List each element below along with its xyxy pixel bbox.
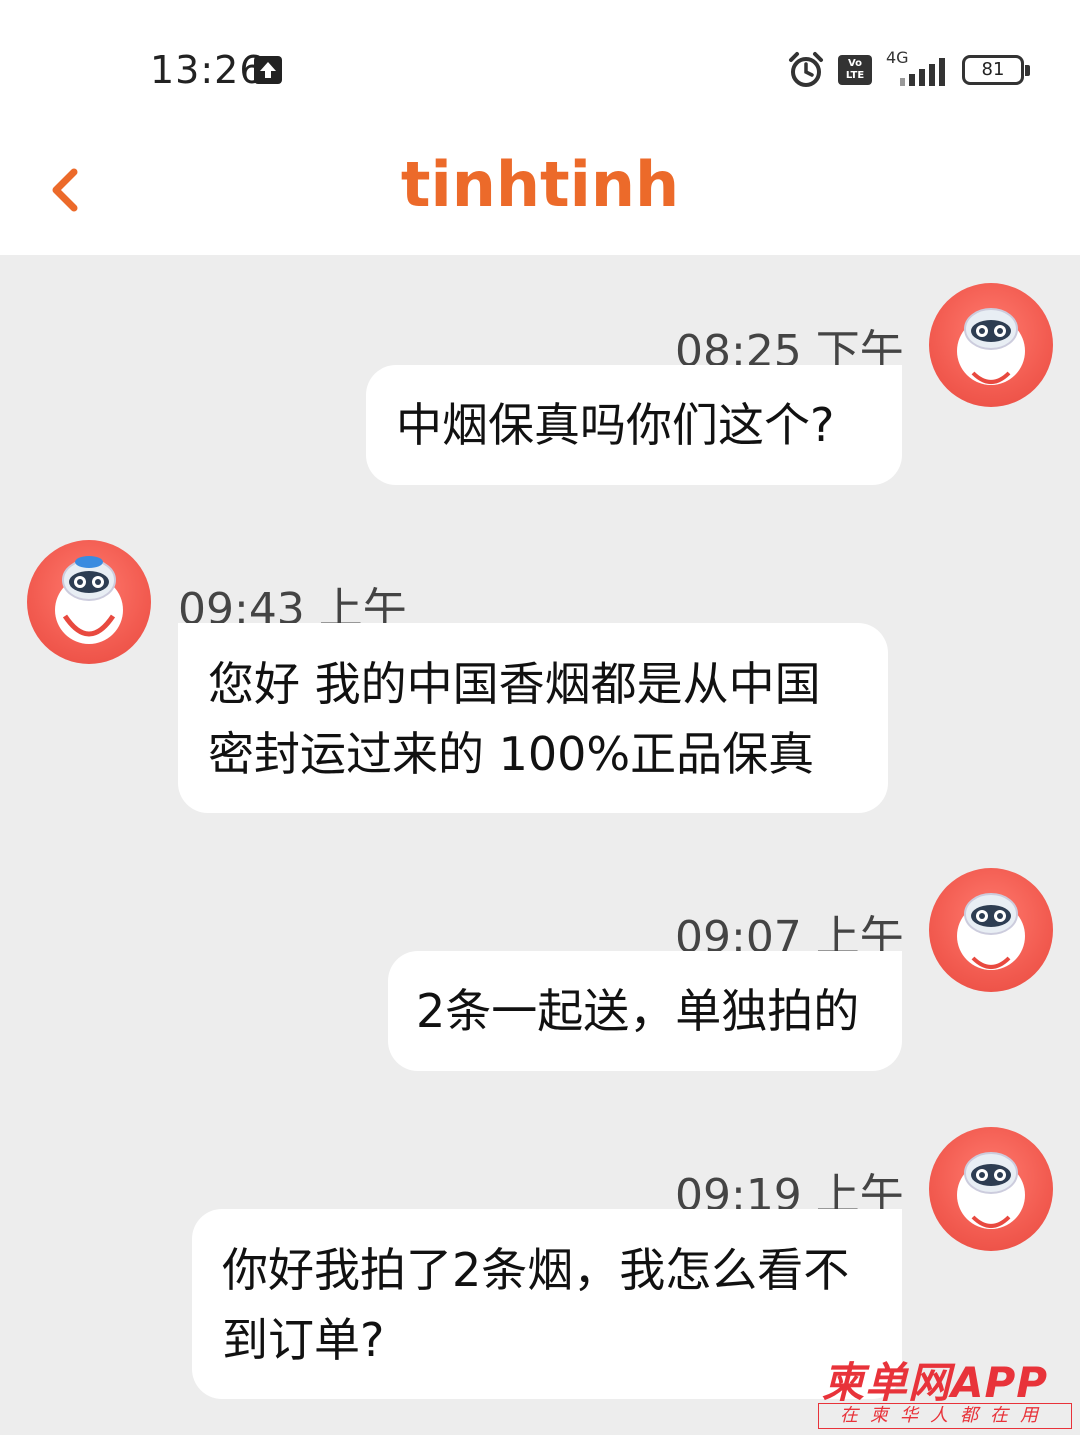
upload-icon bbox=[254, 56, 282, 84]
user-avatar[interactable] bbox=[929, 283, 1053, 407]
message-text-line: 密封运过来的 100%正品保真 bbox=[208, 727, 815, 781]
message-bubble-outgoing[interactable]: 2条一起送，单独拍的 bbox=[388, 951, 902, 1071]
signal-indicator: 4G bbox=[884, 48, 950, 90]
header: tinhtinh bbox=[0, 130, 1080, 255]
watermark-title: 柬单网APP bbox=[822, 1358, 1049, 1407]
status-time: 13:26 bbox=[150, 48, 265, 92]
message-bubble-outgoing[interactable]: 中烟保真吗你们这个? bbox=[366, 365, 902, 485]
message-text: 中烟保真吗你们这个? bbox=[396, 398, 835, 452]
alarm-icon bbox=[786, 50, 826, 90]
status-indicators: Vo LTE 4G 81 bbox=[786, 48, 1030, 90]
user-avatar[interactable] bbox=[929, 1127, 1053, 1251]
page-title: tinhtinh bbox=[400, 148, 680, 221]
watermark-subtitle: 在柬华人都在用 bbox=[818, 1403, 1072, 1429]
volte-icon: Vo LTE bbox=[838, 55, 872, 85]
status-bar: 13:26 Vo LTE 4G 81 bbox=[0, 0, 1080, 130]
chat-area[interactable]: 08:25 下午 中烟保真吗你们这个? 09:43 上午 您好 我的中国香烟都是… bbox=[0, 255, 1080, 1435]
message-text-line: 您好 我的中国香烟都是从中国 bbox=[208, 657, 821, 711]
message-bubble-outgoing[interactable]: 你好我拍了2条烟，我怎么看不 到订单? bbox=[192, 1209, 902, 1399]
message-text-line: 你好我拍了2条烟，我怎么看不 bbox=[222, 1243, 850, 1297]
message-text: 2条一起送，单独拍的 bbox=[416, 984, 860, 1038]
message-text-line: 到订单? bbox=[222, 1313, 385, 1367]
watermark-logo: 柬单网APP 在柬华人都在用 bbox=[818, 1349, 1074, 1429]
message-bubble-incoming[interactable]: 您好 我的中国香烟都是从中国 密封运过来的 100%正品保真 bbox=[178, 623, 888, 813]
seller-avatar[interactable] bbox=[27, 540, 151, 664]
signal-icon bbox=[900, 58, 950, 86]
battery-icon: 81 bbox=[962, 55, 1030, 85]
user-avatar[interactable] bbox=[929, 868, 1053, 992]
